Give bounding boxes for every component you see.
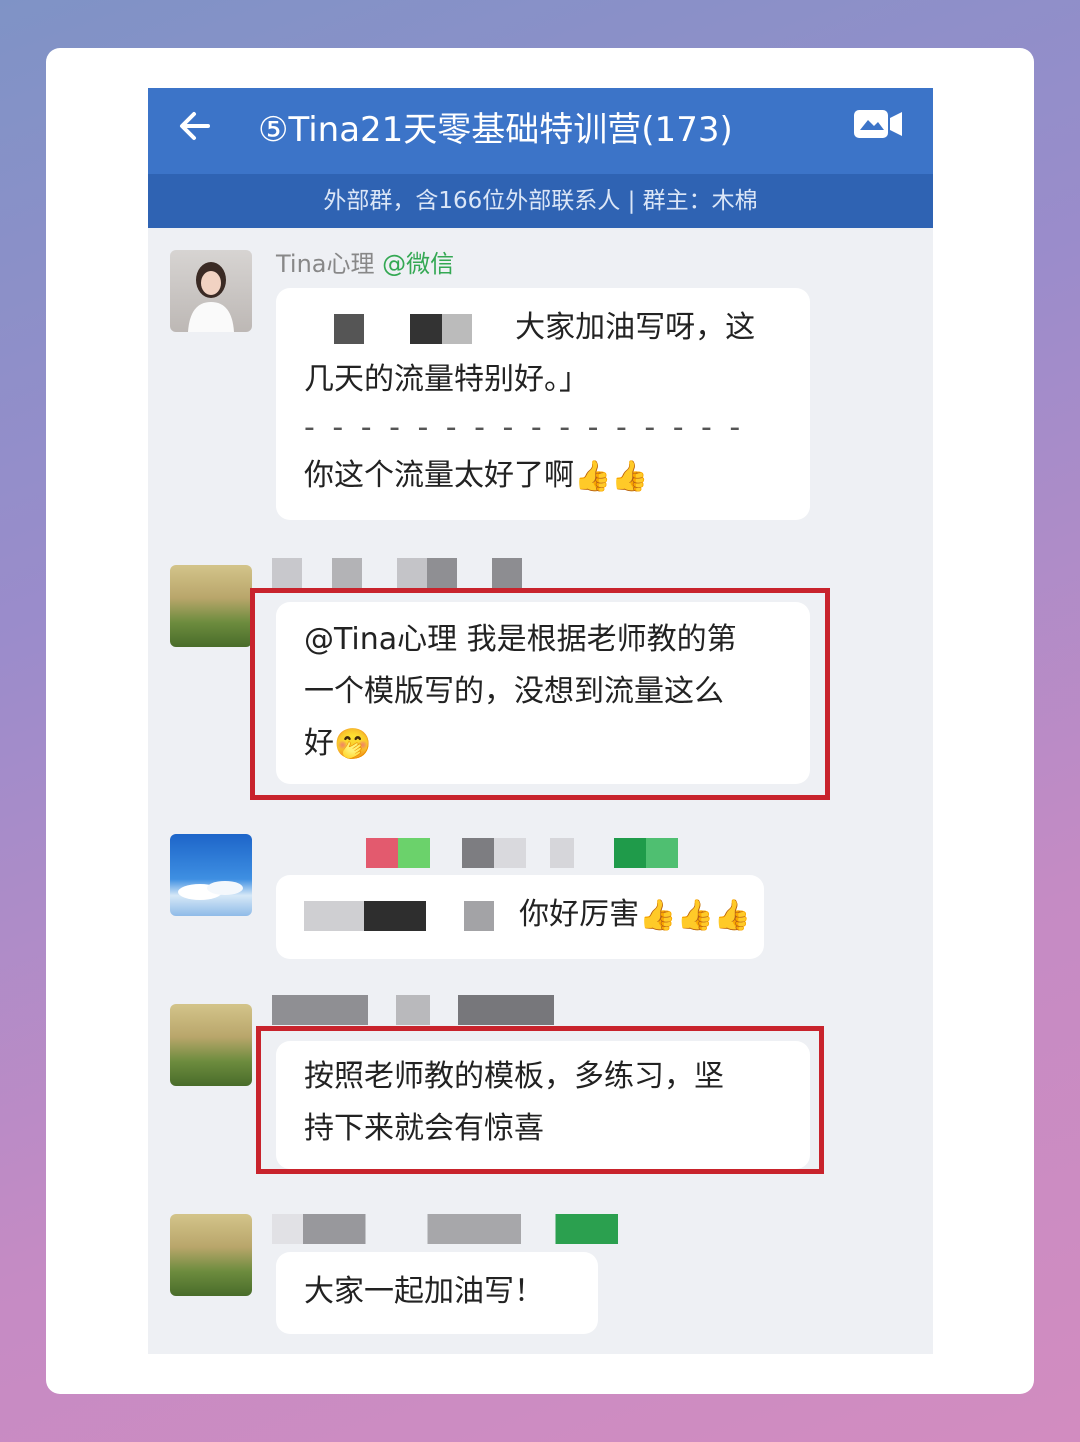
avatar[interactable] — [170, 1004, 252, 1086]
redacted-sender-name — [272, 995, 554, 1025]
message-text: 你好厉害 — [519, 897, 640, 932]
message-divider: - - - - - - - - - - - - - - - - — [304, 410, 745, 445]
highlight-box — [256, 1026, 824, 1174]
message-bubble[interactable]: 你好厉害👍👍👍 — [276, 875, 764, 959]
message-text: 大家加油写呀，这 — [515, 310, 756, 345]
redacted-sender-name — [272, 558, 522, 588]
message-line: 大家加油写呀，这 — [304, 302, 782, 354]
message-bubble[interactable]: 大家一起加油写！ — [276, 1252, 598, 1334]
redacted-mosaic — [409, 313, 442, 344]
avatar[interactable] — [170, 565, 252, 647]
message-text: 你这个流量太好了啊 — [304, 458, 574, 493]
sender-name: Tina心理 @微信 — [276, 250, 455, 278]
chat-screen: ⑤Tina21天零基础特训营(173) 外部群，含166位外部联系人 | 群主：… — [148, 88, 933, 1354]
arrow-left-icon[interactable] — [174, 104, 218, 148]
message-text: 几天的流量特别好。」 — [304, 362, 589, 397]
video-camera-icon[interactable] — [852, 106, 904, 142]
redacted-mosaic — [463, 900, 494, 931]
highlight-box — [250, 588, 830, 800]
message-bubble[interactable]: 大家加油写呀，这 几天的流量特别好。」 - - - - - - - - - - … — [276, 288, 810, 520]
redacted-mosaic — [334, 313, 364, 344]
redacted-sender-name — [278, 838, 678, 868]
avatar[interactable] — [170, 1214, 252, 1296]
redacted-sender-name — [272, 1214, 618, 1244]
avatar[interactable] — [170, 250, 252, 332]
message-line: 你好厉害👍👍👍 — [304, 889, 751, 942]
avatar[interactable] — [170, 834, 252, 916]
redacted-mosaic — [364, 900, 426, 931]
thumbs-up-icon: 👍👍 — [574, 458, 649, 494]
redacted-mosaic — [304, 900, 364, 931]
message-line: 你这个流量太好了啊👍👍 — [304, 450, 782, 503]
thumbs-up-icon: 👍👍👍 — [639, 897, 752, 933]
message-text: 大家一起加油写！ — [304, 1274, 544, 1309]
redacted-mosaic — [441, 313, 472, 344]
chat-title: ⑤Tina21天零基础特训营(173) — [258, 110, 733, 150]
wechat-tag: @微信 — [382, 250, 455, 278]
group-info-bar: 外部群，含166位外部联系人 | 群主：木棉 — [148, 174, 933, 228]
chat-header: ⑤Tina21天零基础特训营(173) — [148, 88, 933, 174]
